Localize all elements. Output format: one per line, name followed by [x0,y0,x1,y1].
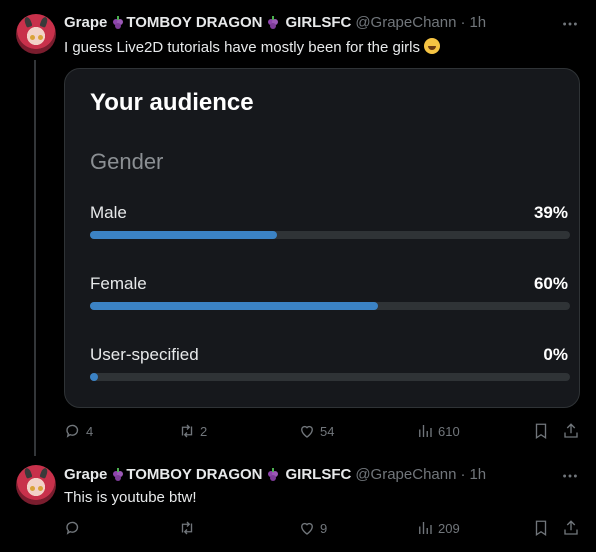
stat-value-user-specified: 0% [543,345,568,364]
repost-button[interactable]: 2 [178,422,207,440]
like-count: 9 [320,520,328,536]
tweet-actions: 4 2 54 610 [64,422,584,442]
share-icon [564,520,578,535]
separator-dot: · [460,14,466,31]
more-options-icon[interactable] [560,14,580,34]
stat-label-user-specified: User-specified [90,345,199,364]
tweet-header: Grape TOMBOY DRAGON GIRLSFC @GrapeChann … [64,14,486,31]
bar-fill-male [90,231,277,239]
bookmark-icon [535,423,547,440]
laughing-emoji-icon [424,38,441,54]
display-name-end[interactable]: GIRLSFC [285,466,351,483]
share-button[interactable] [562,422,580,440]
bookmark-button[interactable] [532,519,550,537]
card-subtitle: Gender [90,149,164,174]
handle[interactable]: @GrapeChann [355,466,456,483]
stat-value-female: 60% [533,274,568,293]
repost-button[interactable] [178,519,200,537]
like-button[interactable]: 9 [298,519,327,537]
repost-icon [181,424,193,438]
views-chart-icon [419,522,432,534]
grape-icon [268,15,279,29]
bar-track-user-specified [90,373,570,381]
bar-track-male [90,231,570,239]
views-button[interactable]: 209 [416,519,460,537]
bar-fill-female [90,302,378,310]
stat-label-male: Male [90,203,127,222]
reply-button[interactable] [64,519,86,537]
repost-icon [181,521,193,535]
timestamp[interactable]: 1h [469,14,486,31]
handle[interactable]: @GrapeChann [355,14,456,31]
display-name[interactable]: Grape [64,466,107,483]
view-count: 209 [438,520,460,536]
audience-card[interactable]: Your audience Gender Male 39% Female 60%… [64,68,580,408]
tweet-actions: 9 209 [64,519,584,539]
avatar[interactable] [16,14,56,54]
tweet-text: I guess Live2D tutorials have mostly bee… [64,38,441,56]
grape-icon [268,467,279,481]
grape-icon [113,467,124,481]
tweet-body: This is youtube btw! [64,489,197,506]
like-button[interactable]: 54 [298,422,334,440]
views-chart-icon [419,425,432,437]
repost-count: 2 [200,423,208,439]
heart-icon [301,522,313,535]
display-name-mid[interactable]: TOMBOY DRAGON [126,14,262,31]
view-count: 610 [438,423,460,439]
tweet-body: I guess Live2D tutorials have mostly bee… [64,39,421,56]
more-options-icon[interactable] [560,466,580,486]
views-button[interactable]: 610 [416,422,460,440]
bookmark-icon [535,520,547,537]
avatar[interactable] [16,465,56,505]
display-name[interactable]: Grape [64,14,107,31]
separator-dot: · [460,466,466,483]
stat-label-female: Female [90,274,147,293]
heart-icon [301,425,313,438]
bookmark-button[interactable] [532,422,550,440]
card-title: Your audience [90,89,254,116]
display-name-mid[interactable]: TOMBOY DRAGON [126,466,262,483]
like-count: 54 [320,423,335,439]
stat-value-male: 39% [533,203,568,222]
share-icon [564,423,578,438]
bar-track-female [90,302,570,310]
thread-connector [34,60,36,456]
share-button[interactable] [562,519,580,537]
reply-button[interactable]: 4 [64,422,93,440]
tweet-header: Grape TOMBOY DRAGON GIRLSFC @GrapeChann … [64,466,486,483]
reply-icon [66,424,79,438]
reply-icon [66,521,79,535]
display-name-end[interactable]: GIRLSFC [285,14,351,31]
timestamp[interactable]: 1h [469,466,486,483]
bar-fill-user-specified [90,373,98,381]
grape-icon [113,15,124,29]
reply-count: 4 [86,423,94,439]
